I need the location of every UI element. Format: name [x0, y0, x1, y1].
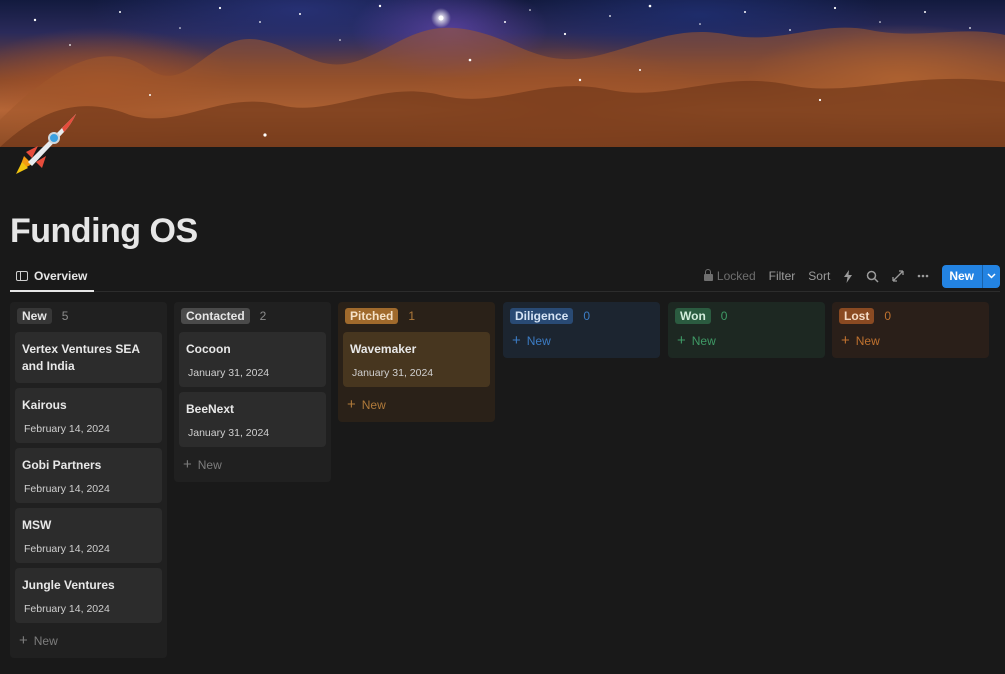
- card-title: MSW: [22, 518, 52, 532]
- board-card[interactable]: Vertex Ventures SEA and India: [15, 332, 162, 383]
- sort-button[interactable]: Sort: [808, 269, 830, 283]
- card-title: Wavemaker: [350, 342, 417, 356]
- tab-overview-label: Overview: [34, 269, 88, 283]
- board-card[interactable]: Gobi Partners February 14, 2024: [15, 448, 162, 503]
- add-new-card-button[interactable]: + New: [837, 332, 984, 352]
- status-pill[interactable]: Pitched: [345, 308, 399, 324]
- new-button-group: New: [942, 264, 1000, 288]
- column-header: Diligence 0: [508, 308, 655, 324]
- board-column-contacted: Contacted 2 Cocoon January 31, 2024 BeeN…: [174, 302, 331, 482]
- plus-icon: +: [512, 332, 521, 349]
- status-pill[interactable]: Contacted: [181, 308, 250, 324]
- page-title: Funding OS: [10, 212, 198, 250]
- column-header: Contacted 2: [179, 308, 326, 324]
- board-view-icon: [16, 271, 28, 281]
- automation-lightning-icon[interactable]: [843, 269, 853, 283]
- view-tab-bar: Overview Locked Filter Sort New: [10, 262, 1000, 292]
- card-date: February 14, 2024: [24, 423, 110, 435]
- add-new-card-button[interactable]: + New: [343, 392, 490, 416]
- add-new-card-button[interactable]: + New: [508, 332, 655, 352]
- filter-button[interactable]: Filter: [769, 269, 796, 283]
- add-new-card-button[interactable]: + New: [673, 332, 820, 352]
- board-column-pitched: Pitched 1 Wavemaker January 31, 2024 + N…: [338, 302, 495, 422]
- column-header: Lost 0: [837, 308, 984, 324]
- card-title: Jungle Ventures: [22, 578, 115, 592]
- board-card[interactable]: Kairous February 14, 2024: [15, 388, 162, 443]
- add-new-label: New: [361, 398, 386, 412]
- board-column-won: Won 0 + New: [668, 302, 825, 358]
- card-date: January 31, 2024: [188, 427, 270, 439]
- add-new-label: New: [855, 334, 880, 348]
- tab-overview[interactable]: Overview: [10, 262, 95, 292]
- card-title: BeeNext: [186, 402, 235, 416]
- new-button[interactable]: New: [942, 265, 982, 288]
- column-count: 5: [61, 309, 69, 323]
- column-count: 0: [720, 309, 728, 323]
- search-icon[interactable]: [866, 270, 879, 283]
- status-pill[interactable]: New: [17, 308, 52, 324]
- view-toolbar: Locked Filter Sort New: [691, 264, 1000, 288]
- column-header: Won 0: [673, 308, 820, 324]
- add-new-label: New: [197, 458, 222, 472]
- expand-icon[interactable]: [892, 270, 904, 282]
- column-header: Pitched 1: [343, 308, 490, 324]
- card-title: Vertex Ventures SEA and India: [22, 342, 140, 373]
- plus-icon: +: [841, 332, 850, 349]
- card-title: Gobi Partners: [22, 458, 102, 472]
- status-pill[interactable]: Diligence: [510, 308, 574, 324]
- card-date: January 31, 2024: [188, 367, 270, 379]
- plus-icon: +: [19, 632, 28, 649]
- locked-indicator[interactable]: Locked: [703, 269, 756, 283]
- add-new-card-button[interactable]: + New: [179, 452, 326, 476]
- status-pill[interactable]: Lost: [839, 308, 875, 324]
- more-options-icon[interactable]: [917, 274, 929, 278]
- card-date: January 31, 2024: [352, 367, 434, 379]
- plus-icon: +: [677, 332, 686, 349]
- column-header: New 5: [15, 308, 162, 324]
- lock-icon: [703, 269, 713, 281]
- column-count: 2: [259, 309, 267, 323]
- new-dropdown-chevron-icon[interactable]: [982, 264, 1000, 288]
- plus-icon: +: [183, 456, 192, 473]
- board-column-new: New 5 Vertex Ventures SEA and India Kair…: [10, 302, 167, 658]
- card-date: February 14, 2024: [24, 483, 110, 495]
- add-new-label: New: [526, 334, 551, 348]
- add-new-label: New: [691, 334, 716, 348]
- rocket-icon[interactable]: [10, 112, 80, 178]
- cover-image: [0, 0, 1005, 147]
- board-column-diligence: Diligence 0 + New: [503, 302, 660, 358]
- add-new-label: New: [33, 634, 58, 648]
- plus-icon: +: [347, 396, 356, 413]
- board-card[interactable]: BeeNext January 31, 2024: [179, 392, 326, 447]
- column-count: 0: [583, 309, 591, 323]
- add-new-card-button[interactable]: + New: [15, 628, 162, 652]
- board-card[interactable]: Jungle Ventures February 14, 2024: [15, 568, 162, 623]
- locked-label: Locked: [716, 269, 756, 283]
- column-count: 0: [884, 309, 892, 323]
- card-title: Kairous: [22, 398, 67, 412]
- board-card[interactable]: Wavemaker January 31, 2024: [343, 332, 490, 387]
- card-title: Cocoon: [186, 342, 231, 356]
- board-card[interactable]: Cocoon January 31, 2024: [179, 332, 326, 387]
- board-card[interactable]: MSW February 14, 2024: [15, 508, 162, 563]
- column-count: 1: [408, 309, 416, 323]
- card-date: February 14, 2024: [24, 543, 110, 555]
- board-column-lost: Lost 0 + New: [832, 302, 989, 358]
- status-pill[interactable]: Won: [675, 308, 711, 324]
- card-date: February 14, 2024: [24, 603, 110, 615]
